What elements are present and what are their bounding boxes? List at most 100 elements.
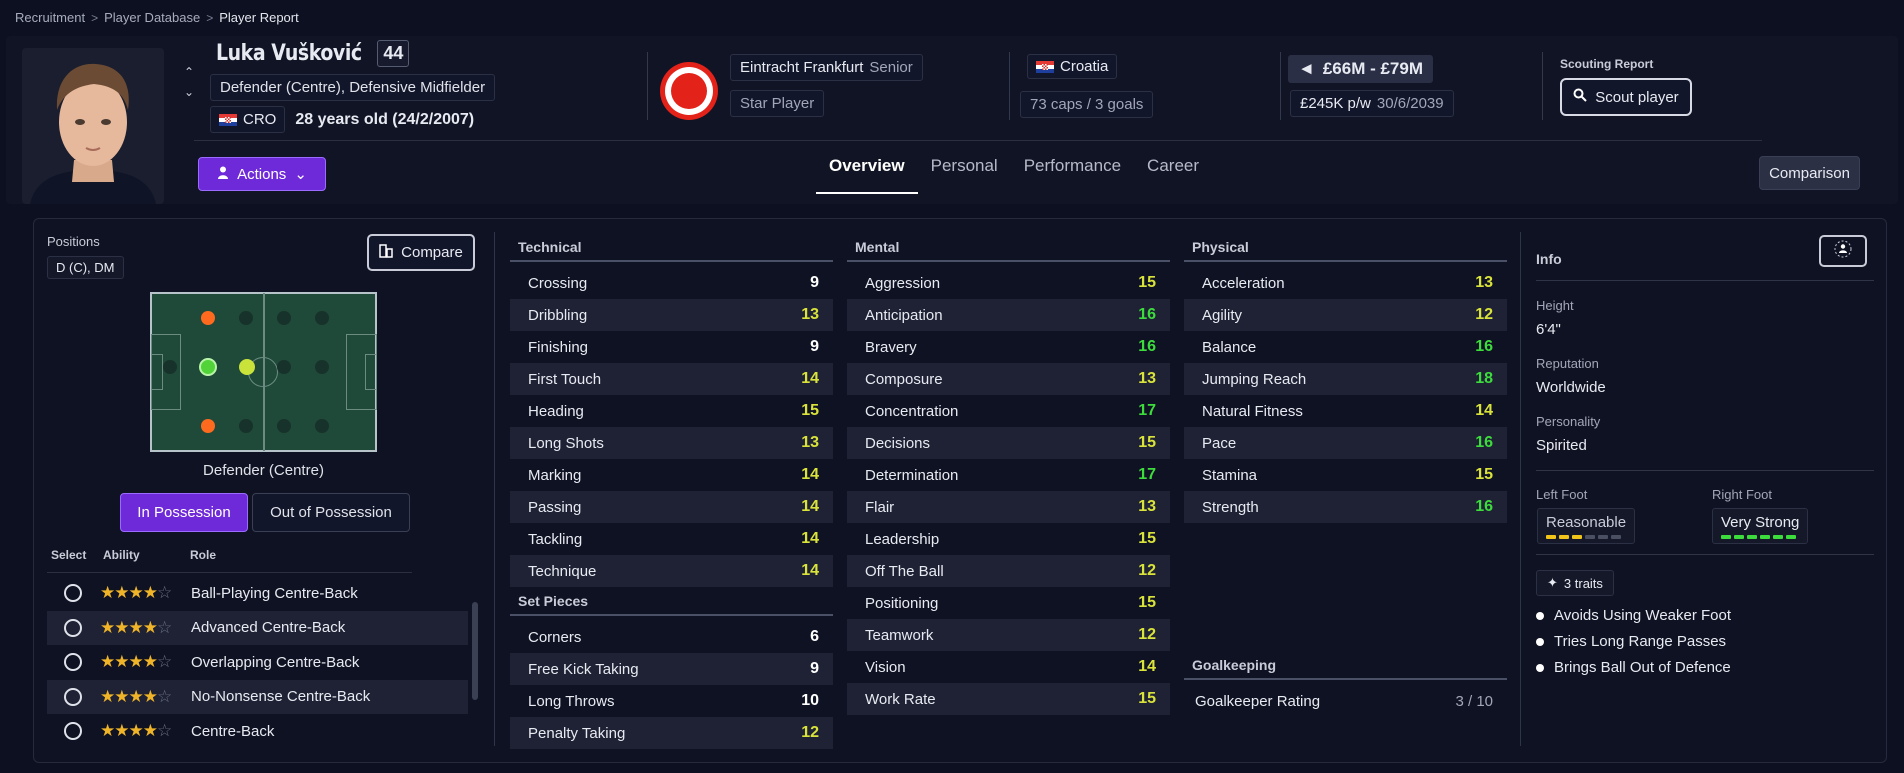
attribute-name: Decisions [865, 434, 931, 452]
role-radio[interactable] [64, 687, 82, 706]
chevron-up-icon[interactable]: ⌃ [184, 66, 194, 78]
search-icon [1573, 88, 1588, 106]
attribute-name: Heading [528, 402, 584, 420]
breadcrumb-recruitment[interactable]: Recruitment [15, 10, 85, 25]
role-name: Centre-Back [191, 722, 275, 740]
attribute-name: Jumping Reach [1202, 370, 1307, 388]
attribute-name: Technique [528, 562, 597, 580]
attribute-value: 16 [1138, 338, 1156, 355]
attribute-name: Leadership [865, 530, 940, 548]
attribute-value: 17 [1138, 466, 1156, 483]
attribute-name: Goalkeeper Rating [1195, 692, 1321, 710]
attribute-row: Marking 14 [510, 459, 833, 491]
attribute-row: Pace 16 [1184, 427, 1507, 459]
role-name: Advanced Centre-Back [191, 619, 346, 637]
country-name: Croatia [1060, 58, 1109, 75]
attribute-row: Teamwork 12 [847, 619, 1170, 651]
attribute-value: 17 [1138, 402, 1156, 419]
value-range-text: £66M - £79M [1322, 59, 1423, 78]
chevron-right-icon: > [91, 10, 99, 25]
caps-box: 73 caps / 3 goals [1020, 91, 1154, 118]
attribute-name: Work Rate [865, 690, 936, 708]
player-name-row: Luka Vušković 44 [216, 40, 410, 67]
attribute-row: Long Shots 13 [510, 427, 833, 459]
attribute-value: 16 [1138, 306, 1156, 323]
contract-expiry: 30/6/2039 [1376, 95, 1444, 112]
club-logo[interactable] [660, 62, 718, 120]
attribute-name: Marking [528, 466, 582, 484]
in-possession-button[interactable]: In Possession [120, 493, 248, 532]
role-radio[interactable] [64, 653, 82, 672]
attribute-name: Off The Ball [865, 562, 944, 580]
right-foot-bar [1721, 535, 1799, 539]
scout-player-button[interactable]: Scout player [1560, 78, 1692, 116]
attribute-row: Determination 17 [847, 459, 1170, 491]
attribute-value: 15 [1138, 434, 1156, 451]
position-dot [201, 419, 215, 433]
star-rating-icon: ★★★★☆ [100, 721, 172, 741]
attribute-row: Goalkeeper Rating 3 / 10 [1184, 685, 1507, 717]
right-foot-value: Very Strong [1721, 514, 1800, 531]
attribute-row: Stamina 15 [1184, 459, 1507, 491]
breadcrumb-player-database[interactable]: Player Database [104, 10, 200, 25]
attribute-name: Pace [1202, 434, 1237, 452]
comparison-button[interactable]: Comparison [1759, 156, 1860, 190]
attribute-value: 15 [801, 402, 819, 419]
actions-button[interactable]: Actions ⌄ [198, 157, 326, 191]
compare-label: Compare [401, 244, 463, 261]
attribute-name: Penalty Taking [528, 724, 626, 742]
role-radio[interactable] [64, 618, 82, 637]
tab-personal[interactable]: Personal [918, 150, 1011, 194]
role-row[interactable]: ★★★★☆ Centre-Back [47, 714, 468, 749]
attribute-value: 13 [801, 434, 819, 451]
personality-label: Personality [1536, 414, 1601, 429]
player-ability-badge: 44 [377, 40, 410, 67]
role-radio[interactable] [64, 584, 82, 603]
chevron-down-icon[interactable]: ⌄ [184, 86, 194, 98]
attribute-name: Composure [865, 370, 943, 388]
attribute-name: Aggression [865, 274, 941, 292]
role-row[interactable]: ★★★★☆ Overlapping Centre-Back [47, 645, 468, 680]
col-ability: Ability [103, 548, 140, 562]
attribute-value: 15 [1138, 274, 1156, 291]
player-status: Star Player [730, 90, 825, 117]
role-row[interactable]: ★★★★☆ Ball-Playing Centre-Back [47, 576, 468, 611]
left-foot-bar [1546, 535, 1626, 539]
role-list-scrollbar[interactable] [472, 602, 478, 700]
attribute-row: Acceleration 13 [1184, 267, 1507, 299]
attribute-name: Bravery [865, 338, 917, 356]
trait-item: Brings Ball Out of Defence [1536, 659, 1731, 676]
role-row[interactable]: ★★★★☆ No-Nonsense Centre-Back [47, 679, 468, 714]
compare-button[interactable]: Compare [367, 234, 475, 271]
attribute-name: Concentration [865, 402, 959, 420]
tab-overview[interactable]: Overview [816, 150, 918, 194]
personality-icon-button[interactable] [1819, 235, 1867, 267]
attribute-value: 16 [1475, 338, 1493, 355]
out-of-possession-button[interactable]: Out of Possession [252, 493, 410, 532]
attribute-name: Free Kick Taking [528, 660, 639, 678]
col-select: Select [51, 548, 87, 562]
goalkeeping-section: Goalkeeping Goalkeeper Rating 3 / 10 [1184, 652, 1507, 717]
role-row[interactable]: ★★★★☆ Advanced Centre-Back [47, 610, 468, 645]
attribute-value: 16 [1475, 498, 1493, 515]
role-name: No-Nonsense Centre-Back [191, 688, 371, 706]
attribute-row: Strength 16 [1184, 491, 1507, 523]
scout-player-label: Scout player [1595, 88, 1679, 106]
role-radio[interactable] [64, 722, 82, 741]
club-box[interactable]: Eintracht Frankfurt Senior [730, 54, 923, 81]
attribute-row: Vision 14 [847, 651, 1170, 683]
set-pieces-header: Set Pieces [510, 588, 833, 616]
divider [1542, 52, 1543, 120]
tab-career[interactable]: Career [1134, 150, 1212, 194]
tab-performance[interactable]: Performance [1011, 150, 1134, 194]
attribute-name: Strength [1202, 498, 1259, 516]
attribute-row: Off The Ball 12 [847, 555, 1170, 587]
breadcrumb-player-report: Player Report [219, 10, 299, 25]
attribute-row: Technique 14 [510, 555, 833, 587]
attribute-value: 3 / 10 [1455, 692, 1493, 710]
right-foot-box: Very Strong [1712, 508, 1809, 544]
trait-item: Avoids Using Weaker Foot [1536, 607, 1731, 624]
country-box[interactable]: Croatia [1027, 54, 1118, 79]
attribute-value: 12 [1475, 306, 1493, 323]
left-foot-label: Left Foot [1536, 487, 1588, 502]
